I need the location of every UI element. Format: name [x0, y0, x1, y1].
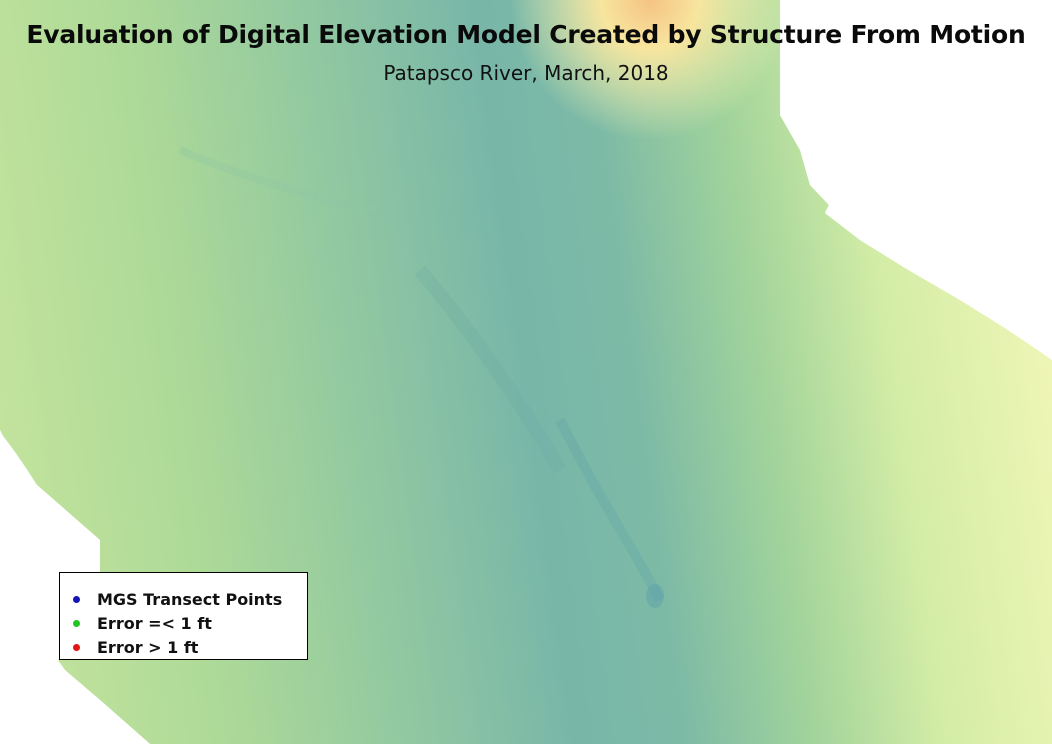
legend-item: Error > 1 ft	[73, 635, 307, 659]
legend-label: MGS Transect Points	[97, 589, 283, 609]
red-dot-icon	[73, 643, 80, 651]
map-legend: MGS Transect Points Error =< 1 ft Error …	[59, 572, 308, 660]
legend-item: Error =< 1 ft	[73, 611, 307, 635]
legend-label: Error =< 1 ft	[97, 613, 212, 633]
legend-item: MGS Transect Points	[73, 587, 307, 611]
map-title: Evaluation of Digital Elevation Model Cr…	[26, 20, 1026, 49]
green-dot-icon	[73, 619, 80, 627]
blue-dot-icon	[73, 595, 80, 603]
map-subtitle: Patapsco River, March, 2018	[383, 61, 669, 85]
legend-label: Error > 1 ft	[97, 637, 199, 657]
